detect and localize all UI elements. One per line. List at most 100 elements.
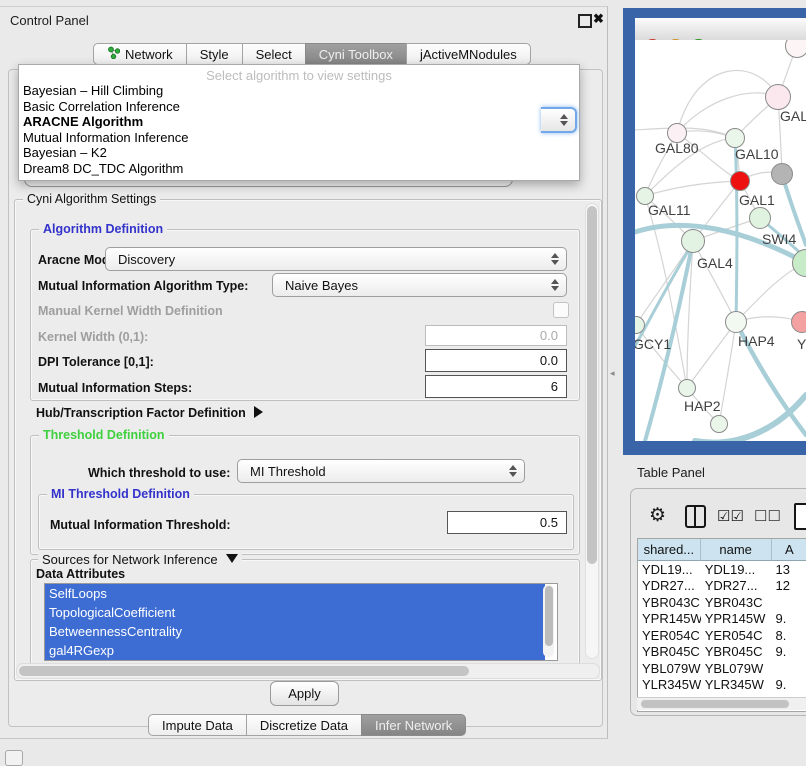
algorithm-definition-title: Algorithm Definition — [39, 222, 167, 236]
gear-icon[interactable]: ⚙ — [649, 504, 666, 527]
network-icon — [107, 46, 120, 62]
table-cell: YBR045C — [638, 644, 701, 661]
node-gal1[interactable] — [730, 171, 750, 191]
attribute-list-item[interactable]: SelfLoops — [45, 584, 545, 603]
table-cell: YBR043C — [638, 594, 701, 611]
columns-icon[interactable] — [685, 505, 706, 528]
which-threshold-value: MI Threshold — [250, 464, 326, 479]
table-column-header[interactable]: A — [772, 539, 806, 561]
table-cell: YER054C — [701, 627, 772, 644]
table-row[interactable]: YLR345WYLR345W9. — [638, 677, 806, 694]
control-panel-window: Control Panel ✖ NetworkStyleSelectCyni T… — [0, 6, 608, 739]
algorithm-option[interactable]: Dream8 DC_TDC Algorithm — [19, 161, 579, 177]
aracne-mode-combobox[interactable]: Discovery — [105, 247, 567, 271]
new-table-icon[interactable] — [794, 503, 806, 530]
mi-steps-field[interactable]: 6 — [425, 375, 567, 398]
algorithm-option[interactable]: Basic Correlation Inference — [19, 99, 579, 115]
node-gray[interactable] — [771, 163, 793, 185]
node-gcy1-label: GCY1 — [635, 336, 671, 352]
network-canvas[interactable]: GALGAL80GAL10GAL1GAL11SWI4GAL4HAP4YGCY1H… — [635, 40, 806, 441]
bottom-tab-infer-network[interactable]: Infer Network — [361, 714, 466, 736]
table-cell: 13 — [772, 561, 806, 578]
deselect-all-checkboxes-icon[interactable]: ☐☐ — [754, 507, 781, 525]
algorithm-option[interactable]: Mutual Information Inference — [19, 130, 579, 146]
attributes-scrollbar-thumb[interactable] — [545, 586, 553, 646]
mi-algorithm-type-label: Mutual Information Algorithm Type: — [38, 279, 248, 293]
tab-style[interactable]: Style — [186, 43, 243, 65]
table-cell: 9. — [772, 644, 806, 661]
tab-network[interactable]: Network — [93, 43, 187, 65]
cyni-algorithm-settings-title: Cyni Algorithm Settings — [23, 192, 160, 206]
algorithm-option[interactable]: Bayesian – K2 — [19, 145, 579, 161]
attribute-list-item[interactable]: BetweennessCentrality — [45, 622, 545, 641]
settings-horizontal-scrollbar[interactable] — [16, 663, 600, 679]
node-gal4[interactable] — [681, 229, 705, 253]
bottom-tab-discretize-data[interactable]: Discretize Data — [246, 714, 362, 736]
mi-threshold-field[interactable]: 0.5 — [447, 511, 567, 534]
sources-title: Sources for Network Inference — [42, 552, 218, 567]
node-gal-partial[interactable] — [765, 84, 791, 110]
tab-cyni-toolbox[interactable]: Cyni Toolbox — [305, 43, 407, 65]
attributes-list-scrollbar[interactable] — [543, 585, 554, 657]
bottom-tab-label: Discretize Data — [260, 718, 348, 733]
table-cell: YLR345W — [638, 677, 701, 694]
node-gal80-label: GAL80 — [655, 140, 699, 156]
node-swi4[interactable] — [749, 207, 771, 229]
algorithm-combobox-focus-fragment[interactable] — [541, 107, 577, 133]
sources-toggle[interactable]: Sources for Network Inference — [38, 552, 242, 567]
table-row[interactable]: YER054CYER054C8. — [638, 627, 806, 644]
dpi-tolerance-field[interactable]: 0.0 — [425, 349, 567, 372]
algorithm-option[interactable]: Bayesian – Hill Climbing — [19, 83, 579, 99]
table-row[interactable]: YDL19...YDL19...13 — [638, 561, 806, 578]
manual-kernel-width-checkbox[interactable] — [553, 302, 569, 318]
table-panel: ⚙ ☑☑ ☐☐ shared...nameA YDL19...YDL19...1… — [630, 488, 806, 716]
table-column-header[interactable]: shared... — [638, 539, 701, 561]
table-row[interactable]: YPR145WYPR145W9. — [638, 611, 806, 628]
data-attributes-label: Data Attributes — [36, 567, 125, 581]
attribute-list-item[interactable]: TopologicalCoefficient — [45, 603, 545, 622]
float-window-icon[interactable] — [578, 14, 592, 28]
attribute-list-item[interactable]: gal4RGexp — [45, 641, 545, 660]
settings-vertical-scrollbar[interactable] — [585, 203, 599, 659]
mi-algorithm-type-combobox[interactable]: Naive Bayes — [272, 273, 567, 297]
close-icon[interactable]: ✖ — [593, 11, 604, 27]
table-row[interactable]: YDR27...YDR27...12 — [638, 578, 806, 595]
table-column-header[interactable]: name — [701, 539, 772, 561]
table-hscrollbar-thumb[interactable] — [641, 700, 789, 708]
node-hap4[interactable] — [725, 311, 747, 333]
algorithm-option[interactable]: ARACNE Algorithm — [19, 114, 579, 130]
node-table: shared...nameA YDL19...YDL19...13YDR27..… — [637, 538, 806, 712]
minimized-panel-button[interactable] — [5, 750, 23, 766]
select-all-checkboxes-icon[interactable]: ☑☑ — [717, 507, 744, 525]
settings-hscrollbar-thumb[interactable] — [19, 666, 469, 676]
node-unlabeled-bottom[interactable] — [710, 415, 728, 433]
node-gal10-label: GAL10 — [735, 146, 779, 162]
algorithm-dropdown-prompt: Select algorithm to view settings — [19, 68, 579, 83]
collapsed-arrow-icon — [254, 406, 263, 418]
node-hap4-label: HAP4 — [738, 333, 775, 349]
manual-kernel-width-label: Manual Kernel Width Definition — [38, 304, 223, 318]
table-row[interactable]: YBR045CYBR045C9. — [638, 644, 806, 661]
mi-algorithm-type-value: Naive Bayes — [285, 278, 358, 293]
node-hap2[interactable] — [678, 379, 696, 397]
apply-button[interactable]: Apply — [270, 681, 339, 706]
table-cell — [772, 660, 806, 677]
hub-transcription-factor-toggle[interactable]: Hub/Transcription Factor Definition — [36, 406, 263, 420]
control-panel-title: Control Panel — [10, 13, 89, 28]
panel-splitter-handle[interactable]: ◂ — [610, 368, 615, 379]
node-gal10[interactable] — [725, 128, 745, 148]
node-y-partial[interactable] — [791, 311, 806, 333]
node-gal-partial-label: GAL — [780, 108, 806, 124]
table-cell: 8. — [772, 627, 806, 644]
bottom-tab-impute-data[interactable]: Impute Data — [148, 714, 247, 736]
table-row[interactable]: YBR043CYBR043C — [638, 594, 806, 611]
settings-vscrollbar-thumb[interactable] — [587, 206, 597, 564]
bottom-tab-label: Impute Data — [162, 718, 233, 733]
tab-select[interactable]: Select — [242, 43, 306, 65]
tab-jactivemnodules[interactable]: jActiveMNodules — [406, 43, 531, 65]
which-threshold-combobox[interactable]: MI Threshold — [237, 459, 525, 483]
table-horizontal-scrollbar[interactable] — [637, 697, 806, 710]
table-row[interactable]: YBL079WYBL079W — [638, 660, 806, 677]
node-hap2-label: HAP2 — [684, 398, 721, 414]
kernel-width-field[interactable]: 0.0 — [425, 325, 567, 346]
